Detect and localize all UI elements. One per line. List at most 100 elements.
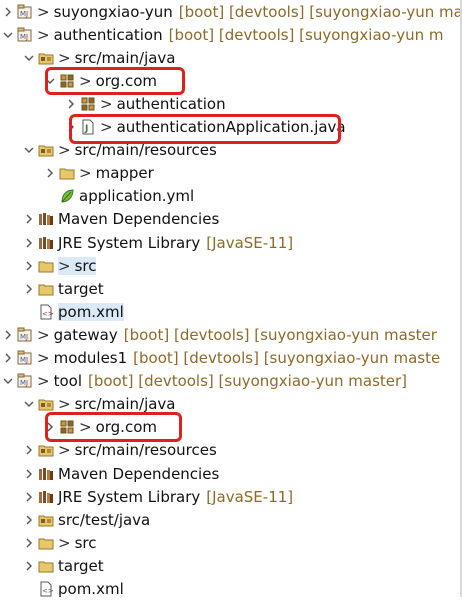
tree-item-label: src (74, 256, 97, 275)
tree-item[interactable]: > authentication (65, 92, 226, 115)
tree-item[interactable]: M J > authentication [boot] [devtools] [suyo… (2, 23, 444, 46)
tree-item[interactable]: M J > gateway [boot] [devtools] [suyongxiao-… (2, 323, 437, 346)
highlight-authentication-application (69, 114, 341, 144)
library-icon (38, 235, 54, 251)
svg-text:J: J (25, 33, 28, 41)
svg-text:<>: <> (42, 310, 54, 318)
tree-item-text: > authentication (100, 95, 226, 113)
library-icon (38, 466, 54, 482)
tree-item[interactable]: target (23, 554, 104, 577)
xml-file-icon: <> (38, 581, 54, 597)
tree-item-text: > tool (37, 372, 82, 390)
tree-item-decoration: [boot] [devtools] [suyongxiao-yun master… (87, 372, 408, 391)
folder-icon (59, 165, 75, 181)
tree-item[interactable]: JRE System Library [JavaSE-11] (23, 231, 293, 254)
tree-item[interactable]: JRE System Library [JavaSE-11] (23, 485, 293, 508)
chevron-right-icon[interactable] (2, 347, 14, 370)
chevron-down-icon[interactable] (23, 46, 35, 69)
tree-item-text: > authentication (37, 26, 163, 44)
chevron-right-icon[interactable] (23, 231, 35, 254)
chevron-right-icon[interactable] (23, 554, 35, 577)
chevron-right-icon[interactable] (23, 531, 35, 554)
project-icon: MJ (17, 327, 33, 343)
source-folder-icon (38, 512, 54, 528)
git-change-marker: > (58, 395, 71, 414)
tree-item[interactable]: > mapper (44, 162, 154, 185)
tree-item-label: suyongxiao-yun (53, 2, 173, 21)
tree-item[interactable]: <> pom.xml (23, 578, 124, 601)
tree-item-label: JRE System Library (58, 233, 201, 252)
tree-item-text: > src/main/java (58, 49, 176, 67)
tree-item-decoration: [boot] [devtools] [suyongxiao-yun m (168, 25, 444, 44)
git-change-marker: > (58, 256, 71, 275)
svg-text:J: J (25, 356, 28, 364)
library-icon (38, 489, 54, 505)
tree-item-label: authentication (116, 94, 226, 113)
tree-item[interactable]: M J > modules1 [boot] [devtools] [suyongxiao… (2, 347, 440, 370)
highlight-org-com-tool (45, 412, 182, 442)
chevron-down-icon[interactable] (23, 139, 35, 162)
tree-item-text: > src/main/resources (58, 441, 217, 459)
tree-item-text: pom.xml (58, 302, 124, 321)
git-change-marker: > (37, 25, 50, 44)
tree-item[interactable]: > src/main/resources (23, 439, 217, 462)
tree-item[interactable]: Maven Dependencies (23, 208, 219, 231)
chevron-down-icon[interactable] (2, 23, 14, 46)
folder-icon (38, 258, 54, 274)
tree-item[interactable]: > src (23, 254, 97, 277)
source-folder-icon (38, 50, 54, 66)
tree-item-label: pom.xml (58, 302, 124, 321)
chevron-right-icon[interactable] (2, 323, 14, 346)
tree-item-label: src/test/java (58, 510, 151, 529)
tree-item[interactable]: M J > tool [boot] [devtools] [suyongxiao-yun… (2, 370, 407, 393)
folder-icon (38, 535, 54, 551)
svg-text:J: J (25, 10, 28, 18)
tree-item-label: JRE System Library (58, 487, 201, 506)
tree-item[interactable]: src/test/java (23, 508, 150, 531)
tree-item[interactable]: > src (23, 531, 96, 554)
git-change-marker: > (37, 2, 50, 21)
project-icon: MJ (17, 4, 33, 20)
git-change-marker: > (100, 94, 113, 113)
source-folder-icon (38, 442, 54, 458)
tree-item-label: application.yml (79, 187, 195, 206)
tree-item-text: pom.xml (58, 580, 124, 598)
tree-item-text: application.yml (79, 187, 194, 205)
chevron-right-icon[interactable] (23, 462, 35, 485)
chevron-right-icon[interactable] (23, 439, 35, 462)
chevron-right-icon[interactable] (23, 254, 35, 277)
chevron-right-icon[interactable] (23, 508, 35, 531)
source-folder-icon (38, 142, 54, 158)
chevron-right-icon[interactable] (23, 485, 35, 508)
git-change-marker: > (37, 325, 50, 344)
chevron-right-icon[interactable] (44, 162, 56, 185)
tree-item-text: > modules1 (37, 349, 127, 367)
chevron-right-icon[interactable] (23, 208, 35, 231)
tree-item[interactable]: target (23, 277, 104, 300)
tree-item-label: src/main/java (74, 48, 176, 67)
git-change-marker: > (37, 349, 50, 367)
tree-item-text: JRE System Library (58, 488, 200, 506)
chevron-right-icon[interactable] (65, 92, 77, 115)
yml-file-icon (59, 188, 75, 204)
tree-item-label: target (58, 279, 104, 298)
tree-item[interactable]: > src/main/java (23, 46, 176, 69)
svg-text:J: J (25, 379, 28, 387)
tree-item-label: pom.xml (58, 580, 124, 598)
tree-item[interactable]: <> pom.xml (23, 300, 124, 323)
tree-item-label: src/main/java (74, 395, 176, 414)
chevron-down-icon[interactable] (2, 370, 14, 393)
chevron-down-icon[interactable] (23, 393, 35, 416)
tree-item[interactable]: application.yml (44, 185, 194, 208)
tree-item[interactable]: M J > suyongxiao-yun [boot] [devtools] [suyo… (2, 0, 462, 23)
project-icon: MJ (17, 27, 33, 43)
tree-item-label: mapper (95, 164, 154, 183)
tree-item-label: Maven Dependencies (58, 210, 220, 229)
chevron-right-icon[interactable] (2, 0, 14, 23)
tree-item-label: Maven Dependencies (58, 464, 220, 483)
tree-item-label: target (58, 556, 104, 575)
tree-item[interactable]: Maven Dependencies (23, 462, 219, 485)
chevron-right-icon[interactable] (23, 277, 35, 300)
